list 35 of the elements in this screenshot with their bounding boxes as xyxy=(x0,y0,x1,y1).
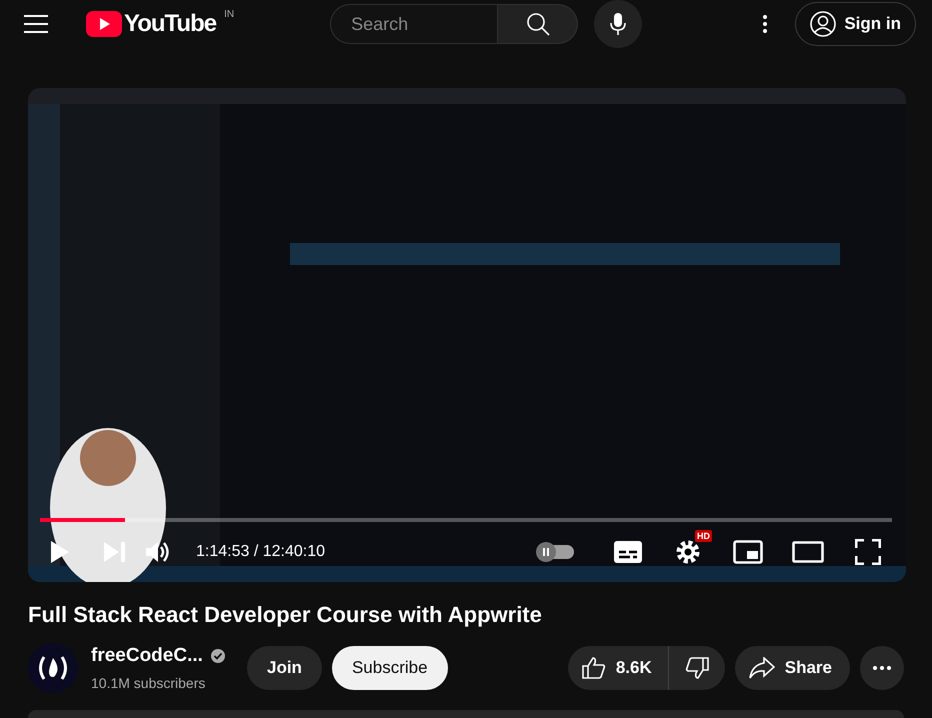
theater-icon xyxy=(792,541,824,563)
miniplayer-icon xyxy=(733,540,763,564)
region-code: IN xyxy=(224,8,234,22)
logo-text: YouTube xyxy=(124,11,216,37)
progress-bar[interactable] xyxy=(40,518,892,522)
channel-avatar[interactable] xyxy=(28,642,78,693)
subtitles-icon xyxy=(614,541,642,563)
play-logo-icon xyxy=(86,11,122,37)
voice-search-button[interactable] xyxy=(594,0,642,48)
video-title: Full Stack React Developer Course with Appwrite xyxy=(28,601,543,629)
thumbs-down-icon xyxy=(684,656,709,680)
share-button[interactable]: Share xyxy=(734,646,850,690)
settings-icon xyxy=(675,539,701,565)
microphone-icon xyxy=(610,13,626,35)
more-actions-button[interactable] xyxy=(860,646,904,690)
play-icon xyxy=(50,541,70,563)
join-button[interactable]: Join xyxy=(247,646,322,690)
more-icon xyxy=(873,666,891,670)
like-button[interactable]: 8.6K xyxy=(568,646,669,690)
youtube-logo[interactable]: YouTube IN xyxy=(86,11,234,37)
search-icon xyxy=(526,12,550,36)
thumbs-up-icon xyxy=(582,656,606,680)
skip-next-icon xyxy=(104,542,126,562)
search-field[interactable]: Search xyxy=(330,4,498,44)
sign-in-button[interactable]: Sign in xyxy=(795,2,916,46)
subscribe-button[interactable]: Subscribe xyxy=(332,646,448,690)
account-icon xyxy=(810,11,836,37)
share-arrow-icon xyxy=(748,656,775,679)
subscriber-count: 10.1M subscribers xyxy=(91,674,206,692)
fullscreen-icon xyxy=(855,539,881,565)
search-button[interactable] xyxy=(498,4,578,44)
autoplay-toggle[interactable] xyxy=(538,545,574,559)
channel-name[interactable]: freeCodeC... xyxy=(91,642,203,670)
hd-badge: HD xyxy=(695,530,712,542)
time-display: 1:14:53 / 12:40:10 xyxy=(196,542,325,562)
